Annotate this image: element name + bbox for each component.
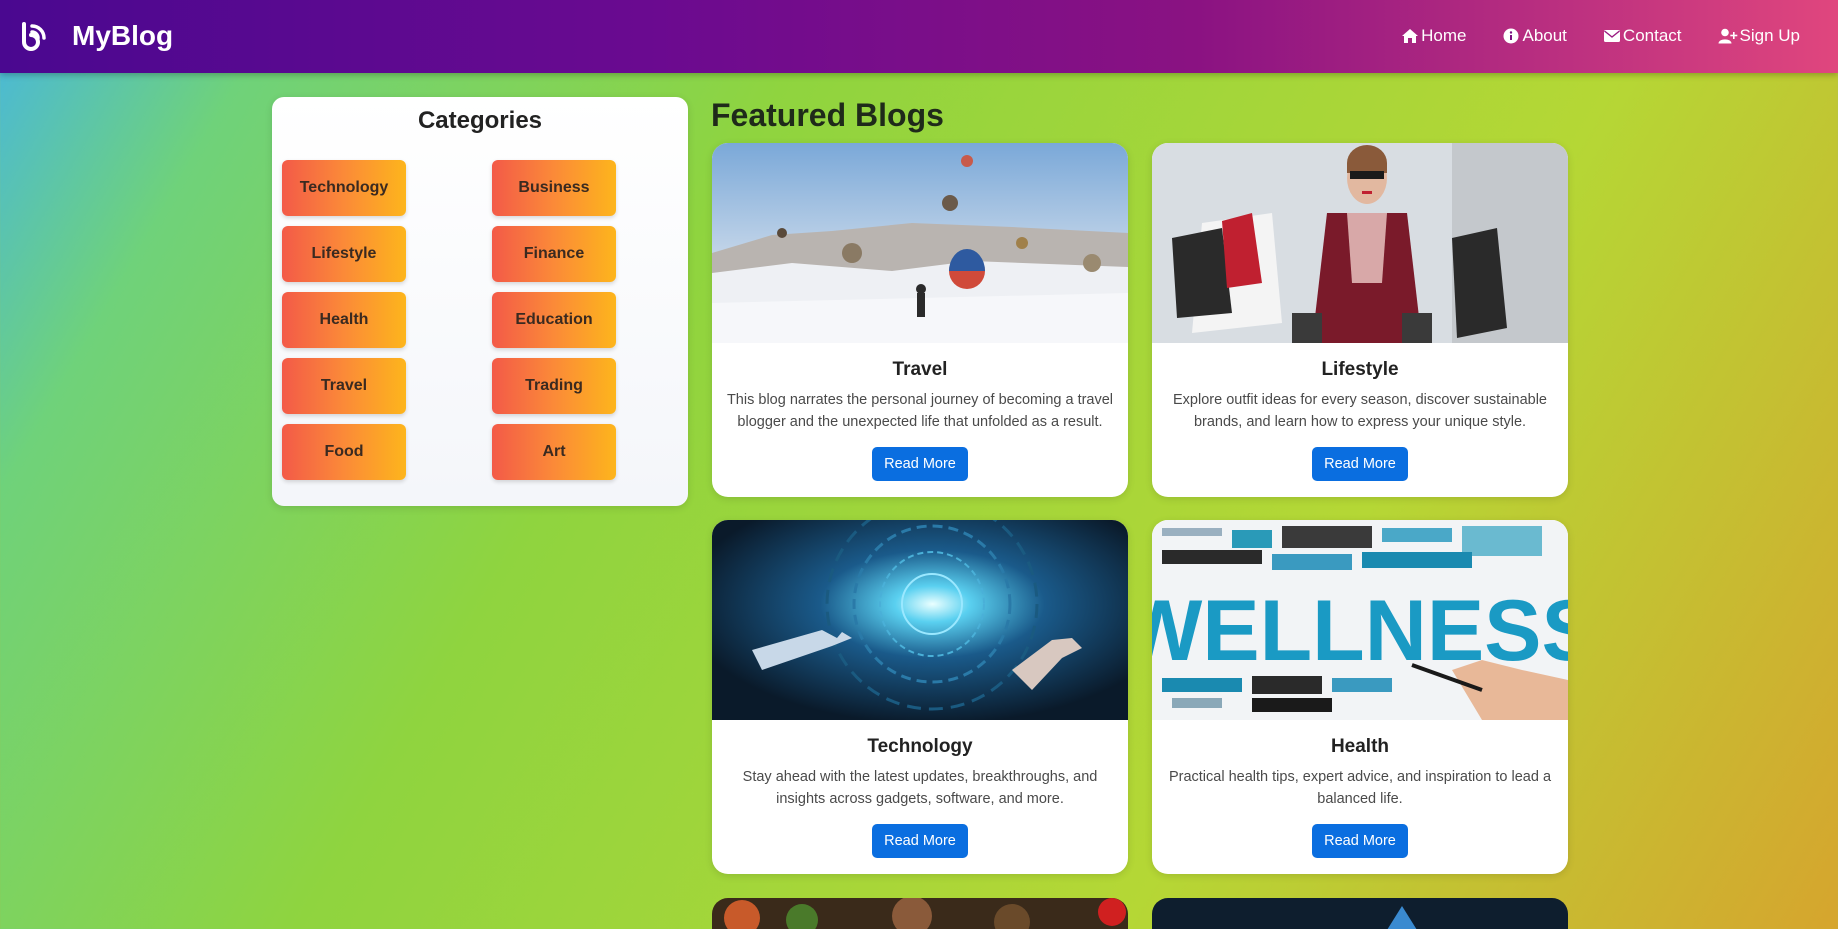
blog-card-lifestyle: Lifestyle Explore outfit ideas for every… [1152, 143, 1568, 497]
read-more-button[interactable]: Read More [872, 824, 968, 858]
nav-about-link[interactable]: About [1502, 26, 1567, 46]
category-trading[interactable]: Trading [492, 358, 616, 414]
nav-signup-label: Sign Up [1739, 26, 1800, 45]
mail-icon [1603, 30, 1620, 42]
health-wellness-image: WELLNESS [1152, 520, 1568, 720]
brand[interactable]: MyBlog [18, 18, 173, 54]
category-finance[interactable]: Finance [492, 226, 616, 282]
nav-contact-link[interactable]: Contact [1603, 26, 1682, 46]
nav-signup-link[interactable]: Sign Up [1718, 26, 1800, 46]
travel-image [712, 143, 1128, 343]
category-education[interactable]: Education [492, 292, 616, 348]
technology-image [712, 520, 1128, 720]
nav-about-label: About [1522, 26, 1567, 45]
card-description: This blog narrates the personal journey … [726, 392, 1114, 430]
category-lifestyle[interactable]: Lifestyle [282, 226, 406, 282]
navbar: MyBlog Home About Contact Sign Up [0, 0, 1838, 73]
category-travel[interactable]: Travel [282, 358, 406, 414]
nav-links: Home About Contact Sign Up [1401, 26, 1800, 46]
blog-card-travel: Travel This blog narrates the personal j… [712, 143, 1128, 497]
wellness-word: WELLNESS [1152, 583, 1568, 679]
home-icon [1402, 29, 1419, 43]
nav-home-label: Home [1421, 26, 1467, 45]
read-more-button[interactable]: Read More [872, 447, 968, 481]
category-health[interactable]: Health [282, 292, 406, 348]
blog-card-technology: Technology Stay ahead with the latest up… [712, 520, 1128, 874]
categories-panel: Categories Technology Business Lifestyle… [272, 97, 688, 506]
card-description: Explore outfit ideas for every season, d… [1173, 392, 1547, 430]
category-technology[interactable]: Technology [282, 160, 406, 216]
brand-name: MyBlog [72, 20, 174, 51]
lifestyle-image [1152, 143, 1568, 343]
category-art[interactable]: Art [492, 424, 616, 480]
read-more-button[interactable]: Read More [1312, 447, 1408, 481]
nav-contact-label: Contact [1622, 26, 1682, 45]
card-title: Technology [867, 736, 973, 757]
blog-card-food-partial [712, 898, 1128, 929]
blog-logo-icon [18, 18, 48, 54]
card-description: Practical health tips, expert advice, an… [1168, 769, 1552, 807]
featured-blogs-title: Featured Blogs [711, 97, 944, 133]
blog-card-health: WELLNESS Health Practical health tips, e… [1152, 520, 1568, 874]
card-title: Travel [892, 359, 948, 380]
categories-title: Categories [417, 107, 543, 134]
category-business[interactable]: Business [492, 160, 616, 216]
read-more-button[interactable]: Read More [1312, 824, 1408, 858]
user-plus-icon [1718, 28, 1737, 44]
card-description: Stay ahead with the latest updates, brea… [742, 769, 1098, 807]
card-title: Lifestyle [1321, 359, 1399, 380]
nav-home-link[interactable]: Home [1401, 26, 1466, 46]
category-food[interactable]: Food [282, 424, 406, 480]
card-title: Health [1330, 736, 1390, 757]
info-icon [1503, 28, 1519, 44]
blog-card-partial [1152, 898, 1568, 929]
